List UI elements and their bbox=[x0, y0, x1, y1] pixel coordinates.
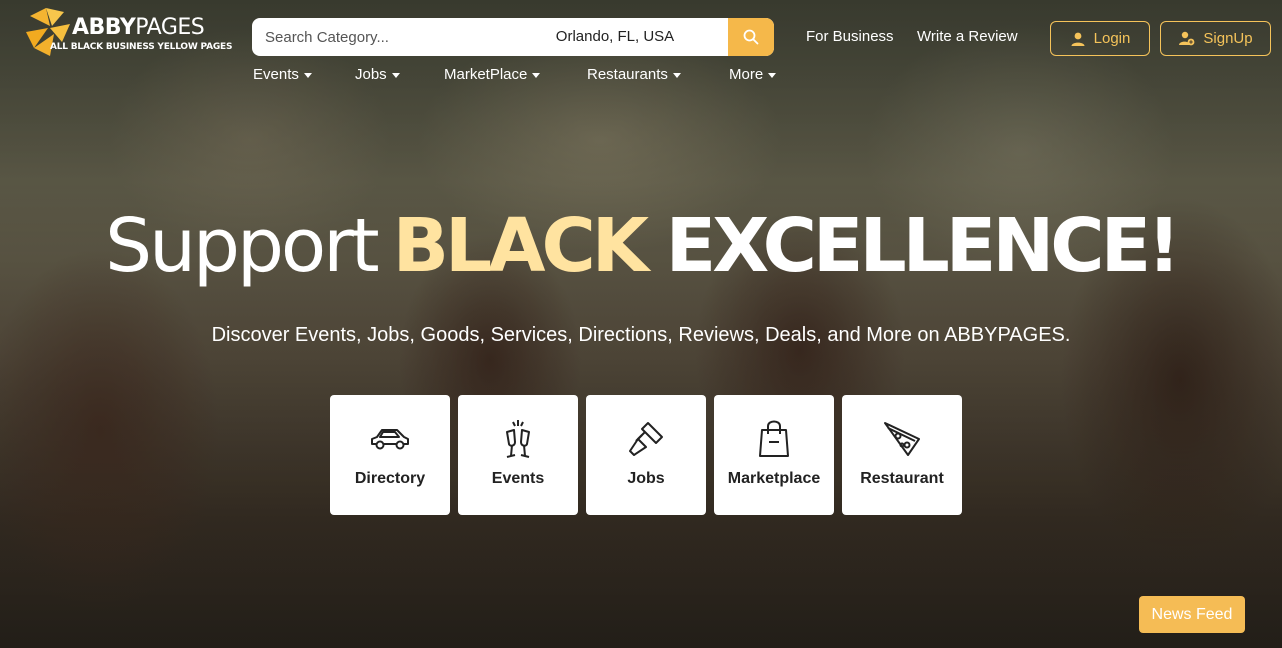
chevron-down-icon bbox=[532, 73, 541, 78]
logo[interactable]: ABBYPAGES ALL BLACK BUSINESS YELLOW PAGE… bbox=[24, 6, 232, 58]
search-button[interactable] bbox=[728, 18, 774, 56]
category-label: Jobs bbox=[627, 470, 665, 487]
nav-marketplace-label: MarketPlace bbox=[444, 66, 528, 83]
hero-subline: Discover Events, Jobs, Goods, Services, … bbox=[211, 324, 1071, 346]
car-icon bbox=[371, 429, 409, 450]
search-icon bbox=[743, 29, 759, 45]
headline-support: Support bbox=[105, 203, 380, 289]
user-icon bbox=[1071, 32, 1085, 46]
chevron-down-icon bbox=[303, 73, 312, 78]
category-label: Events bbox=[491, 470, 545, 487]
category-card-restaurant[interactable]: Restaurant bbox=[842, 395, 962, 515]
nav-jobs[interactable]: Jobs bbox=[355, 66, 400, 83]
chevron-down-icon bbox=[672, 73, 681, 78]
news-feed-button[interactable]: News Feed bbox=[1139, 596, 1245, 633]
pizza-icon bbox=[884, 422, 920, 456]
category-label: Marketplace bbox=[727, 470, 821, 487]
location-field[interactable]: Orlando, FL, USA bbox=[502, 18, 728, 56]
nav-marketplace[interactable]: MarketPlace bbox=[444, 66, 541, 83]
nav-events-label: Events bbox=[253, 66, 299, 83]
nav-restaurants[interactable]: Restaurants bbox=[587, 66, 681, 83]
paint-scraper-icon bbox=[629, 422, 663, 456]
shopping-bag-icon bbox=[759, 420, 789, 457]
signup-label: SignUp bbox=[1203, 30, 1253, 47]
hero-headline: Support BLACK EXCELLENCE! bbox=[0, 196, 1282, 296]
category-label: Restaurant bbox=[860, 470, 944, 487]
cheers-icon bbox=[506, 420, 530, 458]
brand-name-thin: PAGES bbox=[135, 15, 205, 40]
headline-black: BLACK bbox=[392, 203, 649, 289]
search-category-input[interactable] bbox=[252, 18, 487, 56]
nav-more-label: More bbox=[729, 66, 764, 83]
write-review-link[interactable]: Write a Review bbox=[917, 28, 1018, 45]
category-cards: Directory Events Jobs Marketplace Restau… bbox=[330, 395, 962, 515]
category-card-marketplace[interactable]: Marketplace bbox=[714, 395, 834, 515]
login-button[interactable]: Login bbox=[1050, 21, 1150, 56]
search-bar: Orlando, FL, USA bbox=[252, 18, 774, 56]
category-card-jobs[interactable]: Jobs bbox=[586, 395, 706, 515]
category-card-events[interactable]: Events bbox=[458, 395, 578, 515]
headline-excellence: EXCELLENCE! bbox=[665, 203, 1181, 289]
chevron-down-icon bbox=[391, 73, 400, 78]
user-add-icon bbox=[1179, 31, 1195, 46]
signup-button[interactable]: SignUp bbox=[1160, 21, 1271, 56]
nav-jobs-label: Jobs bbox=[355, 66, 387, 83]
chevron-down-icon bbox=[768, 73, 777, 78]
nav-restaurants-label: Restaurants bbox=[587, 66, 668, 83]
nav-more[interactable]: More bbox=[729, 66, 777, 83]
category-label: Directory bbox=[354, 470, 426, 487]
brand-tagline: ALL BLACK BUSINESS YELLOW PAGES bbox=[50, 42, 233, 52]
category-card-directory[interactable]: Directory bbox=[330, 395, 450, 515]
nav-events[interactable]: Events bbox=[253, 66, 312, 83]
brand-name-bold: ABBY bbox=[72, 15, 136, 40]
login-label: Login bbox=[1093, 30, 1131, 47]
for-business-link[interactable]: For Business bbox=[806, 28, 894, 45]
